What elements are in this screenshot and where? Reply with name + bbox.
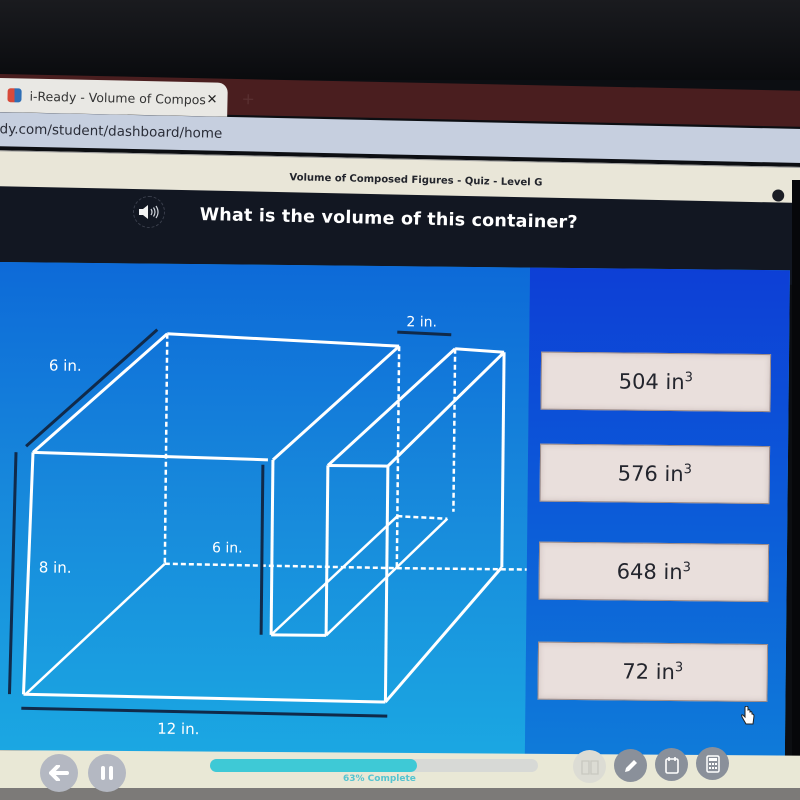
- screen-bezel-right: [792, 180, 800, 800]
- front-bottom-edge: [23, 692, 386, 704]
- progress-bar: [210, 759, 538, 772]
- hidden-edge: [396, 566, 552, 572]
- speaker-icon: [139, 205, 159, 219]
- glossary-button[interactable]: [573, 750, 606, 783]
- diagram-panel: 6 in. 2 in. 6 in. 8 in. 12 in.: [0, 262, 552, 756]
- calculator-icon: [705, 754, 720, 773]
- calculator-button[interactable]: [696, 747, 729, 780]
- inner-height-dimension-line: [259, 464, 265, 635]
- plus-icon[interactable]: +: [241, 89, 255, 108]
- pencil-button[interactable]: [614, 749, 647, 782]
- browser-tab[interactable]: i-Ready - Volume of Composed F ✕: [0, 77, 228, 117]
- answer-value: 72 in: [622, 659, 675, 685]
- audio-button[interactable]: [133, 196, 165, 228]
- close-icon[interactable]: ✕: [206, 92, 217, 107]
- hidden-edge: [163, 333, 169, 564]
- top-left-edge: [32, 332, 169, 454]
- slot-floor-edge: [271, 633, 327, 637]
- back-arrow-icon: [49, 765, 69, 781]
- answer-exponent: 3: [674, 660, 684, 676]
- inner-height-label: 6 in.: [212, 540, 243, 556]
- top-front-edge: [32, 450, 268, 462]
- block-top-left-diag: [326, 347, 457, 467]
- notepad-button[interactable]: [655, 748, 688, 781]
- hidden-edge: [452, 348, 457, 512]
- answer-exponent: 3: [683, 462, 693, 478]
- answer-value: 504 in: [618, 369, 685, 395]
- hidden-edge: [164, 562, 397, 570]
- length-label: 12 in.: [157, 720, 199, 738]
- length-dimension-line: [21, 706, 388, 718]
- answer-option[interactable]: 576 in3: [539, 443, 771, 505]
- answer-value: 648 in: [616, 559, 683, 585]
- quiz-title: Volume of Composed Figures - Quiz - Leve…: [289, 172, 543, 189]
- top-back-edge: [167, 332, 400, 348]
- screen-bezel-bottom: [0, 788, 800, 800]
- answer-option[interactable]: 504 in3: [540, 351, 772, 413]
- hand-cursor-icon: [740, 705, 756, 730]
- screen-bezel-top: [0, 0, 800, 80]
- back-button[interactable]: [40, 754, 78, 792]
- answer-exponent: 3: [682, 560, 692, 576]
- status-dot-icon: [772, 189, 785, 202]
- quiz-content: 6 in. 2 in. 6 in. 8 in. 12 in. 504 in3 5…: [0, 262, 790, 759]
- block-top-back: [455, 347, 505, 354]
- answer-option[interactable]: 72 in3: [537, 641, 769, 703]
- slot-floor-diag: [270, 515, 399, 636]
- hidden-edge: [397, 514, 448, 520]
- progress-label: 63% Complete: [343, 774, 416, 784]
- pause-icon: [101, 766, 113, 780]
- height-dimension-line: [7, 452, 18, 695]
- answers-panel: 504 in3 576 in3 648 in3 72 in3: [524, 267, 790, 759]
- answer-exponent: 3: [684, 370, 693, 386]
- url-text: dy.com/student/dashboard/home: [0, 121, 223, 142]
- block-bottom-diag: [384, 566, 503, 704]
- outer-height-label: 8 in.: [39, 558, 72, 576]
- depth-dimension-line: [25, 328, 159, 448]
- pencil-icon: [624, 759, 637, 772]
- iready-favicon-icon: [7, 88, 22, 103]
- glossary-icon: [580, 759, 599, 775]
- floor-edge: [24, 562, 166, 696]
- block-front-right: [383, 466, 390, 703]
- container-diagram: 6 in. 2 in. 6 in. 8 in. 12 in.: [7, 314, 552, 738]
- gap-width-label: 2 in.: [406, 314, 437, 330]
- block-front-left: [324, 465, 330, 636]
- progress-fill: [210, 759, 417, 772]
- front-left-edge: [21, 452, 35, 695]
- answer-option[interactable]: 648 in3: [538, 541, 770, 603]
- pause-button[interactable]: [88, 754, 126, 792]
- block-top-right-diag: [386, 351, 506, 468]
- block-top-front: [327, 463, 388, 468]
- gap-dimension-line: [397, 330, 452, 337]
- block-back-right: [500, 352, 506, 568]
- notepad-icon: [664, 756, 679, 774]
- depth-label: 6 in.: [49, 357, 82, 375]
- answer-value: 576 in: [617, 461, 684, 487]
- slot-left-top-edge: [271, 345, 401, 461]
- tab-title: i-Ready - Volume of Composed F: [29, 88, 207, 107]
- slot-wall-edge: [269, 459, 275, 635]
